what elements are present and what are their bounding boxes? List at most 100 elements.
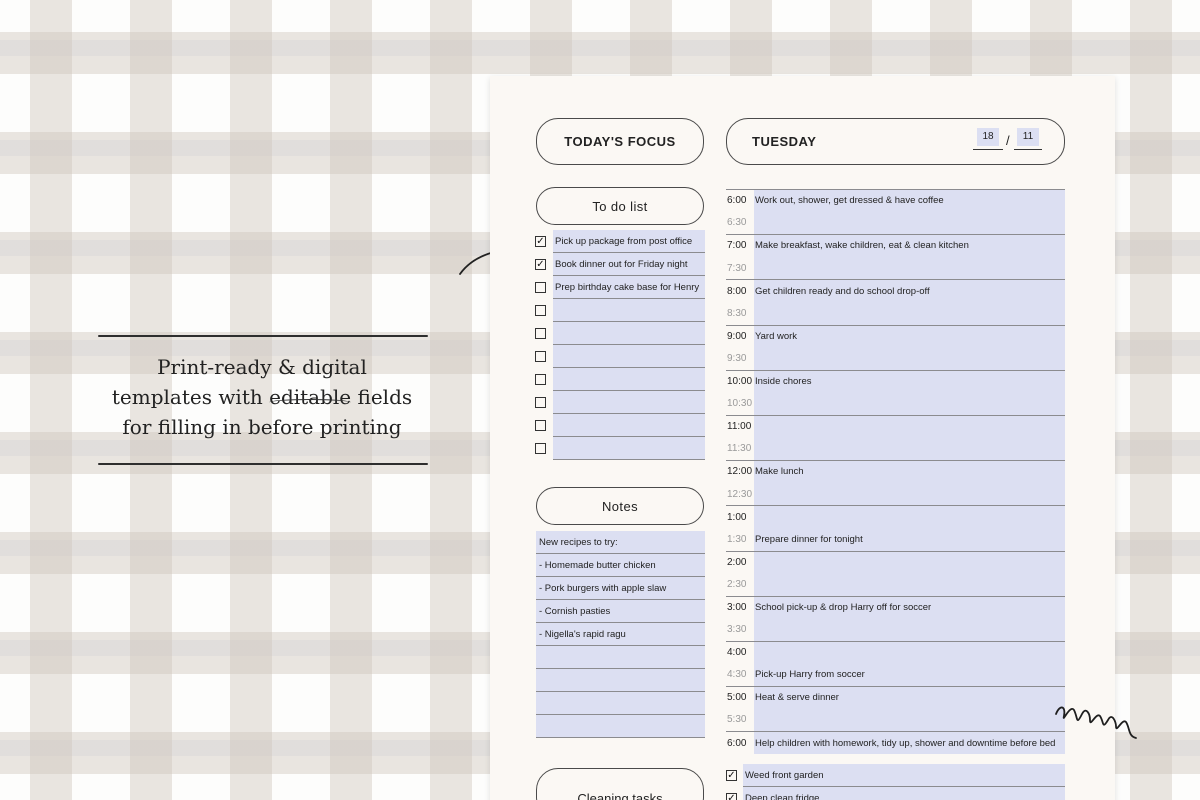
note-line[interactable]: - Cornish pasties: [536, 600, 705, 623]
schedule-entry[interactable]: Pick-up Harry from soccer: [754, 663, 1065, 687]
schedule-row: 2:00: [726, 550, 1065, 574]
note-line[interactable]: - Homemade butter chicken: [536, 554, 705, 577]
todo-checkbox[interactable]: [535, 305, 546, 316]
schedule-entry[interactable]: [754, 392, 1065, 415]
todo-item-text[interactable]: [553, 368, 705, 391]
todays-focus-header: TODAY'S FOCUS: [536, 118, 704, 165]
schedule-time: 5:30: [727, 714, 747, 726]
schedule-entry[interactable]: [754, 256, 1065, 280]
schedule-entry[interactable]: [754, 506, 1065, 528]
note-line[interactable]: - Pork burgers with apple slaw: [536, 577, 705, 600]
schedule-time: 9:00: [727, 330, 747, 342]
schedule-row: 11:00: [726, 414, 1065, 438]
schedule-time: 10:00: [727, 376, 753, 388]
todo-item: [535, 345, 705, 368]
cleaning-tasks-header: Cleaning tasks: [536, 768, 704, 800]
todo-checkbox[interactable]: [535, 397, 546, 408]
schedule-entry[interactable]: [754, 573, 1065, 596]
planner-page: TODAY'S FOCUS TUESDAY 18 / 11 To do list…: [490, 76, 1115, 800]
schedule-entry[interactable]: Heat & serve dinner: [754, 687, 1065, 709]
date-separator: /: [1006, 133, 1010, 148]
schedule-time: 3:30: [727, 624, 747, 636]
schedule-entry[interactable]: Yard work: [754, 325, 1065, 348]
schedule-entry[interactable]: [754, 347, 1065, 370]
todo-checkbox[interactable]: [535, 420, 546, 431]
todo-item-text[interactable]: Pick up package from post office: [553, 230, 705, 253]
notes-header: Notes: [536, 487, 704, 525]
todo-checkbox[interactable]: [535, 351, 546, 362]
todo-checkbox[interactable]: [535, 374, 546, 385]
schedule-entry[interactable]: [754, 551, 1065, 574]
schedule-entry[interactable]: [754, 437, 1065, 461]
schedule-time: 7:30: [727, 262, 747, 274]
schedule: 6:00 Work out, shower, get dressed & have…: [726, 189, 1065, 754]
date-day-field[interactable]: 18: [973, 128, 1003, 150]
note-line[interactable]: - Nigella's rapid ragu: [536, 623, 705, 646]
schedule-entry[interactable]: [754, 618, 1065, 641]
date-month-field[interactable]: 11: [1014, 128, 1042, 150]
cleaning-item-text[interactable]: Weed front garden: [743, 764, 1065, 787]
schedule-entry[interactable]: [754, 641, 1065, 664]
schedule-row: 6:00 Work out, shower, get dressed & have…: [726, 189, 1065, 212]
note-line[interactable]: [536, 692, 705, 715]
date-month-value: 11: [1017, 128, 1039, 146]
schedule-time: 9:30: [727, 352, 747, 364]
schedule-entry[interactable]: [754, 301, 1065, 325]
schedule-row: 4:00: [726, 640, 1065, 664]
note-line[interactable]: [536, 669, 705, 692]
schedule-entry[interactable]: Make lunch: [754, 461, 1065, 483]
todo-item-text[interactable]: [553, 437, 705, 460]
todo-item: [535, 299, 705, 322]
schedule-row: 7:00 Make breakfast, wake children, eat &…: [726, 234, 1065, 257]
todo-item-text[interactable]: Prep birthday cake base for Henry: [553, 276, 705, 299]
cleaning-item: ✓ Deep clean fridge: [726, 787, 1065, 800]
schedule-time: 6:00: [727, 195, 747, 207]
cleaning-list: ✓ Weed front garden ✓ Deep clean fridge: [726, 764, 1065, 800]
cleaning-item: ✓ Weed front garden: [726, 764, 1065, 787]
todo-item-text[interactable]: [553, 345, 705, 368]
schedule-row: 10:30: [726, 392, 1065, 415]
todo-item-text[interactable]: [553, 322, 705, 345]
schedule-entry[interactable]: [754, 708, 1065, 732]
cleaning-item-text[interactable]: Deep clean fridge: [743, 787, 1065, 800]
todo-list-header: To do list: [536, 187, 704, 225]
cleaning-checkbox[interactable]: ✓: [726, 793, 737, 800]
todo-item: [535, 391, 705, 414]
schedule-entry[interactable]: Work out, shower, get dressed & have cof…: [754, 190, 1065, 212]
schedule-entry[interactable]: [754, 415, 1065, 438]
todo-checkbox[interactable]: [535, 282, 546, 293]
cleaning-checkbox[interactable]: ✓: [726, 770, 737, 781]
note-line[interactable]: [536, 646, 705, 669]
todo-checkbox[interactable]: ✓: [535, 236, 546, 247]
squiggle-icon: [1055, 706, 1137, 739]
todo-checkbox[interactable]: [535, 328, 546, 339]
schedule-row: 6:30: [726, 211, 1065, 235]
schedule-time: 8:00: [727, 285, 747, 297]
schedule-entry[interactable]: Make breakfast, wake children, eat & cle…: [754, 235, 1065, 257]
note-line[interactable]: New recipes to try:: [536, 531, 705, 554]
schedule-time: 12:00: [727, 466, 753, 478]
schedule-entry[interactable]: [754, 482, 1065, 506]
schedule-row: 3:00 School pick-up & drop Harry off for …: [726, 595, 1065, 619]
todo-item-text[interactable]: [553, 414, 705, 437]
schedule-entry[interactable]: [754, 211, 1065, 235]
schedule-time: 2:00: [727, 556, 747, 568]
todo-item-text[interactable]: [553, 391, 705, 414]
todo-list: ✓ Pick up package from post office ✓ Book d…: [535, 230, 705, 460]
schedule-entry[interactable]: School pick-up & drop Harry off for socc…: [754, 596, 1065, 619]
schedule-entry[interactable]: Prepare dinner for tonight: [754, 527, 1065, 551]
todo-item-text[interactable]: [553, 299, 705, 322]
schedule-time: 5:00: [727, 692, 747, 704]
schedule-row: 1:00: [726, 505, 1065, 528]
todo-item: Prep birthday cake base for Henry: [535, 276, 705, 299]
schedule-entry[interactable]: Inside chores: [754, 370, 1065, 393]
todo-checkbox[interactable]: [535, 443, 546, 454]
todo-checkbox[interactable]: ✓: [535, 259, 546, 270]
schedule-time: 4:30: [727, 669, 747, 681]
schedule-entry[interactable]: Get children ready and do school drop-of…: [754, 280, 1065, 302]
tagline-line-2-pre: templates with: [111, 385, 270, 409]
schedule-entry[interactable]: Help children with homework, tidy up, sh…: [754, 732, 1065, 754]
note-line[interactable]: [536, 715, 705, 738]
todo-item-text[interactable]: Book dinner out for Friday night: [553, 253, 705, 276]
todo-item: [535, 414, 705, 437]
